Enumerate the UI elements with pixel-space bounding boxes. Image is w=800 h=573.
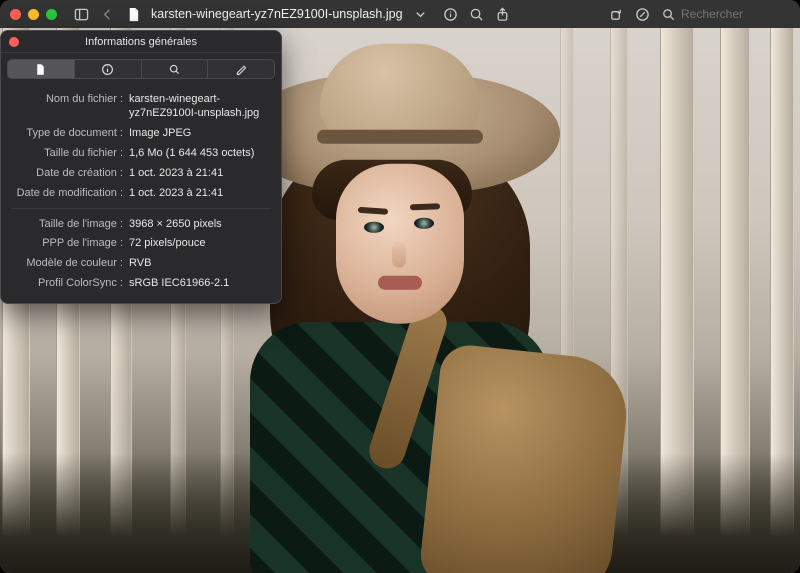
back-icon[interactable]	[99, 6, 115, 22]
inspector-divider	[11, 208, 271, 209]
row-doctype: Type de document :Image JPEG	[11, 124, 271, 144]
inspector-tab-search[interactable]	[142, 59, 209, 79]
row-created: Date de création :1 oct. 2023 à 21:41	[11, 163, 271, 183]
inspector-title: Informations générales	[1, 36, 281, 48]
inspector-tab-info[interactable]	[75, 59, 142, 79]
traffic-lights	[10, 9, 57, 20]
title-chevron-icon[interactable]	[413, 6, 429, 22]
inspector-tab-annotate[interactable]	[208, 59, 275, 79]
inspector-titlebar[interactable]: Informations générales	[1, 31, 281, 53]
inspector-panel[interactable]: Informations générales Nom du fichier :k…	[0, 30, 282, 304]
row-colormodel: Modèle de couleur :RVB	[11, 254, 271, 274]
inspector-rows: Nom du fichier :karsten-winegeart-yz7nEZ…	[1, 85, 281, 303]
rotate-icon[interactable]	[608, 6, 624, 22]
sidebar-toggle-icon[interactable]	[73, 6, 89, 22]
inspector-tab-general[interactable]	[7, 59, 75, 79]
search-input[interactable]	[681, 7, 781, 21]
row-modified: Date de modification :1 oct. 2023 à 21:4…	[11, 183, 271, 203]
search-field[interactable]	[660, 6, 790, 22]
show-inspector-icon[interactable]	[443, 6, 459, 22]
window-title[interactable]: karsten-winegeart-yz7nEZ9100I-unsplash.j…	[151, 7, 403, 21]
row-filesize: Taille du fichier :1,6 Mo (1 644 453 oct…	[11, 144, 271, 164]
window-zoom-button[interactable]	[46, 9, 57, 20]
window-minimize-button[interactable]	[28, 9, 39, 20]
window-toolbar: karsten-winegeart-yz7nEZ9100I-unsplash.j…	[0, 0, 800, 28]
inspector-close-button[interactable]	[9, 37, 19, 47]
search-icon	[660, 6, 676, 22]
markup-icon[interactable]	[634, 6, 650, 22]
row-dpi: PPP de l'image :72 pixels/pouce	[11, 234, 271, 254]
row-filename: Nom du fichier :karsten-winegeart-yz7nEZ…	[11, 89, 271, 124]
row-imagesize: Taille de l'image :3968 × 2650 pixels	[11, 214, 271, 234]
share-icon[interactable]	[495, 6, 511, 22]
row-colorsync: Profil ColorSync :sRGB IEC61966-2.1	[11, 274, 271, 294]
inspector-tabbar	[1, 53, 281, 85]
window-close-button[interactable]	[10, 9, 21, 20]
zoom-actual-icon[interactable]	[469, 6, 485, 22]
document-proxy-icon[interactable]	[125, 6, 141, 22]
